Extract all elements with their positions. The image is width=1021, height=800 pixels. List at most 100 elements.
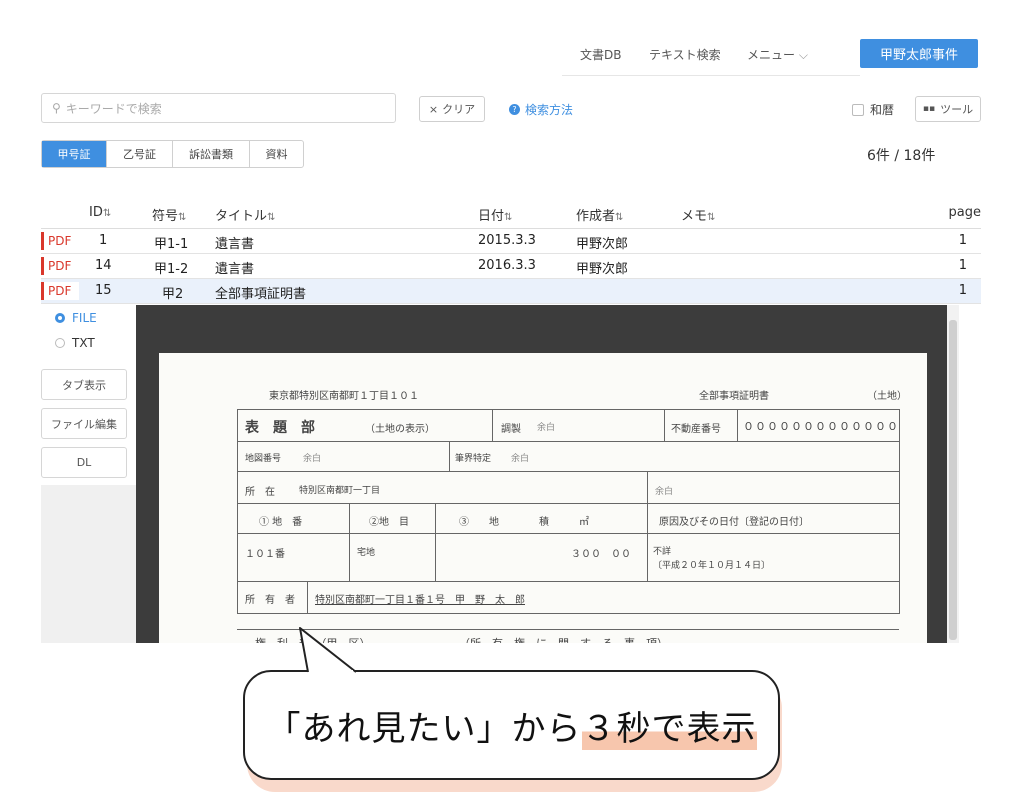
doc-chizu-label: 地図番号 xyxy=(245,454,282,464)
left-panel-bg xyxy=(41,485,136,643)
doc-col2: ②地 目 xyxy=(369,517,409,528)
cell-symbol: 甲1-1 xyxy=(154,237,189,252)
header-symbol-label: 符号 xyxy=(152,209,179,224)
radio-file[interactable]: FILE xyxy=(55,311,97,325)
tab-shiryo[interactable]: 資料 xyxy=(249,141,303,167)
close-icon: × xyxy=(428,102,439,116)
header-page: page xyxy=(948,205,981,220)
doc-shozai-label: 所 在 xyxy=(245,487,275,498)
sort-icon: ⇅ xyxy=(504,212,513,223)
case-button[interactable]: 甲野太郎事件 xyxy=(860,39,978,68)
document-page: 東京都特別区南都町１丁目１０１ 全部事項証明書 （土地） 表 題 部 （土地の表… xyxy=(159,353,927,643)
doc-chiban: １０１番 xyxy=(245,549,285,560)
header-date[interactable]: 日付⇅ xyxy=(478,205,512,224)
table-header: ID⇅ 符号⇅ タイトル⇅ 日付⇅ 作成者⇅ メモ⇅ page xyxy=(41,203,981,229)
nav-menu[interactable]: メニュー ⌵ xyxy=(747,46,808,63)
radio-txt[interactable]: TXT xyxy=(55,336,95,350)
nav-menu-label: メニュー xyxy=(747,48,796,62)
chevron-down-icon: ⌵ xyxy=(798,48,808,62)
doc-address-head: 東京都特別区南都町１丁目１０１ xyxy=(269,391,419,402)
pdf-badge[interactable]: PDF xyxy=(41,282,79,300)
header-title-label: タイトル xyxy=(215,209,268,224)
callout-text-before: 「あれ見たい」から xyxy=(266,708,582,749)
doc-fudosan-no: ０００００００００００００ xyxy=(743,420,899,433)
tab-soshoshorui[interactable]: 訴訟書類 xyxy=(172,141,249,167)
doc-land: （土地） xyxy=(867,391,907,402)
table-row[interactable]: PDF 1 甲1-1 遺言書 2015.3.3 甲野次郎 1 xyxy=(41,229,981,254)
header-id-label: ID xyxy=(89,205,103,220)
header-title[interactable]: タイトル⇅ xyxy=(215,205,275,224)
cell-author: 甲野次郎 xyxy=(576,262,629,277)
wareki-label: 和暦 xyxy=(870,103,895,117)
doc-yohaku: 余白 xyxy=(655,487,674,497)
search-help-label: 検索方法 xyxy=(525,103,574,117)
sort-icon: ⇅ xyxy=(102,208,112,219)
cell-title: 全部事項証明書 xyxy=(215,287,307,302)
question-icon: ? xyxy=(509,104,520,115)
doc-genin1: 不詳 xyxy=(653,547,672,557)
viewer-scrollbar-thumb[interactable] xyxy=(949,320,957,640)
doc-yohaku: 余白 xyxy=(537,423,556,433)
cell-title: 遺言書 xyxy=(215,262,255,277)
cell-symbol: 甲1-2 xyxy=(154,262,189,277)
cell-id: 14 xyxy=(95,258,112,273)
doc-yohaku: 余白 xyxy=(303,454,322,464)
sort-icon: ⇅ xyxy=(707,212,716,223)
cell-id: 1 xyxy=(99,233,108,248)
pdf-badge[interactable]: PDF xyxy=(41,232,79,250)
search-help-link[interactable]: ? 検索方法 xyxy=(509,101,573,118)
document-viewer[interactable]: 東京都特別区南都町１丁目１０１ 全部事項証明書 （土地） 表 題 部 （土地の表… xyxy=(136,305,959,643)
table-row[interactable]: PDF 14 甲1-2 遺言書 2016.3.3 甲野次郎 1 xyxy=(41,254,981,279)
top-nav: 文書DB テキスト検索 メニュー ⌵ xyxy=(562,36,860,76)
clear-label: クリア xyxy=(442,103,476,116)
cell-title: 遺言書 xyxy=(215,237,255,252)
header-id[interactable]: ID⇅ xyxy=(89,205,111,220)
download-button[interactable]: DL xyxy=(41,447,127,478)
doc-yohaku: 余白 xyxy=(511,454,530,464)
tool-button[interactable]: ▪▪ ツール xyxy=(915,96,981,122)
nav-text-search[interactable]: テキスト検索 xyxy=(649,46,721,63)
doc-col1: ① 地 番 xyxy=(259,517,303,528)
header-author[interactable]: 作成者⇅ xyxy=(576,205,623,224)
wareki-checkbox[interactable]: 和暦 xyxy=(852,101,894,118)
file-edit-button[interactable]: ファイル編集 xyxy=(41,408,127,439)
tab-otsugosho[interactable]: 乙号証 xyxy=(106,141,172,167)
doc-shoyusha-label: 所 有 者 xyxy=(245,595,295,606)
doc-hikkai-label: 筆界特定 xyxy=(455,454,492,464)
callout-text-highlight: ３秒で表示 xyxy=(581,700,757,750)
radio-dot[interactable] xyxy=(55,313,65,323)
tab-kogosho[interactable]: 甲号証 xyxy=(42,141,106,167)
radio-dot[interactable] xyxy=(55,338,65,348)
doc-hyodai-sub: （土地の表示） xyxy=(365,424,435,435)
radio-txt-label: TXT xyxy=(72,336,95,350)
category-tabs: 甲号証 乙号証 訴訟書類 資料 xyxy=(41,140,304,168)
cell-id: 15 xyxy=(95,283,112,298)
cell-page: 1 xyxy=(958,233,967,248)
header-memo-label: メモ xyxy=(681,209,708,224)
radio-file-label: FILE xyxy=(72,311,97,325)
search-icon: ⚲ xyxy=(52,101,61,115)
doc-kenri-label: 権 利 部 （甲 区） xyxy=(255,635,371,643)
doc-kenri-sub: （所 有 権 に 関 す る 事 項） xyxy=(459,635,668,643)
header-symbol[interactable]: 符号⇅ xyxy=(152,205,186,224)
doc-col3: ③ 地 積 ㎡ xyxy=(459,517,589,528)
tab-view-button[interactable]: タブ表示 xyxy=(41,369,127,400)
checkbox-box[interactable] xyxy=(852,103,864,116)
table-row-selected[interactable]: PDF 15 甲2 全部事項証明書 1 xyxy=(41,279,981,304)
nav-docdb[interactable]: 文書DB xyxy=(580,46,621,63)
cell-symbol: 甲2 xyxy=(162,287,184,302)
doc-shoyusha-value: 特別区南都町一丁目１番１号 甲 野 太 郎 xyxy=(315,595,525,606)
sort-icon: ⇅ xyxy=(178,212,187,223)
cell-page: 1 xyxy=(958,258,967,273)
header-author-label: 作成者 xyxy=(576,209,616,224)
sort-icon: ⇅ xyxy=(615,212,624,223)
pdf-badge[interactable]: PDF xyxy=(41,257,79,275)
header-memo[interactable]: メモ⇅ xyxy=(681,205,715,224)
callout-text: 「あれ見たい」から ３秒で表示 xyxy=(243,670,780,780)
search-input[interactable]: ⚲ キーワードで検索 xyxy=(41,93,396,123)
cell-date: 2015.3.3 xyxy=(478,233,536,248)
clear-button[interactable]: × クリア xyxy=(419,96,485,122)
grid-icon: ▪▪ xyxy=(922,104,936,114)
doc-fudosan-label: 不動産番号 xyxy=(671,424,721,435)
doc-type: 全部事項証明書 xyxy=(699,391,769,402)
